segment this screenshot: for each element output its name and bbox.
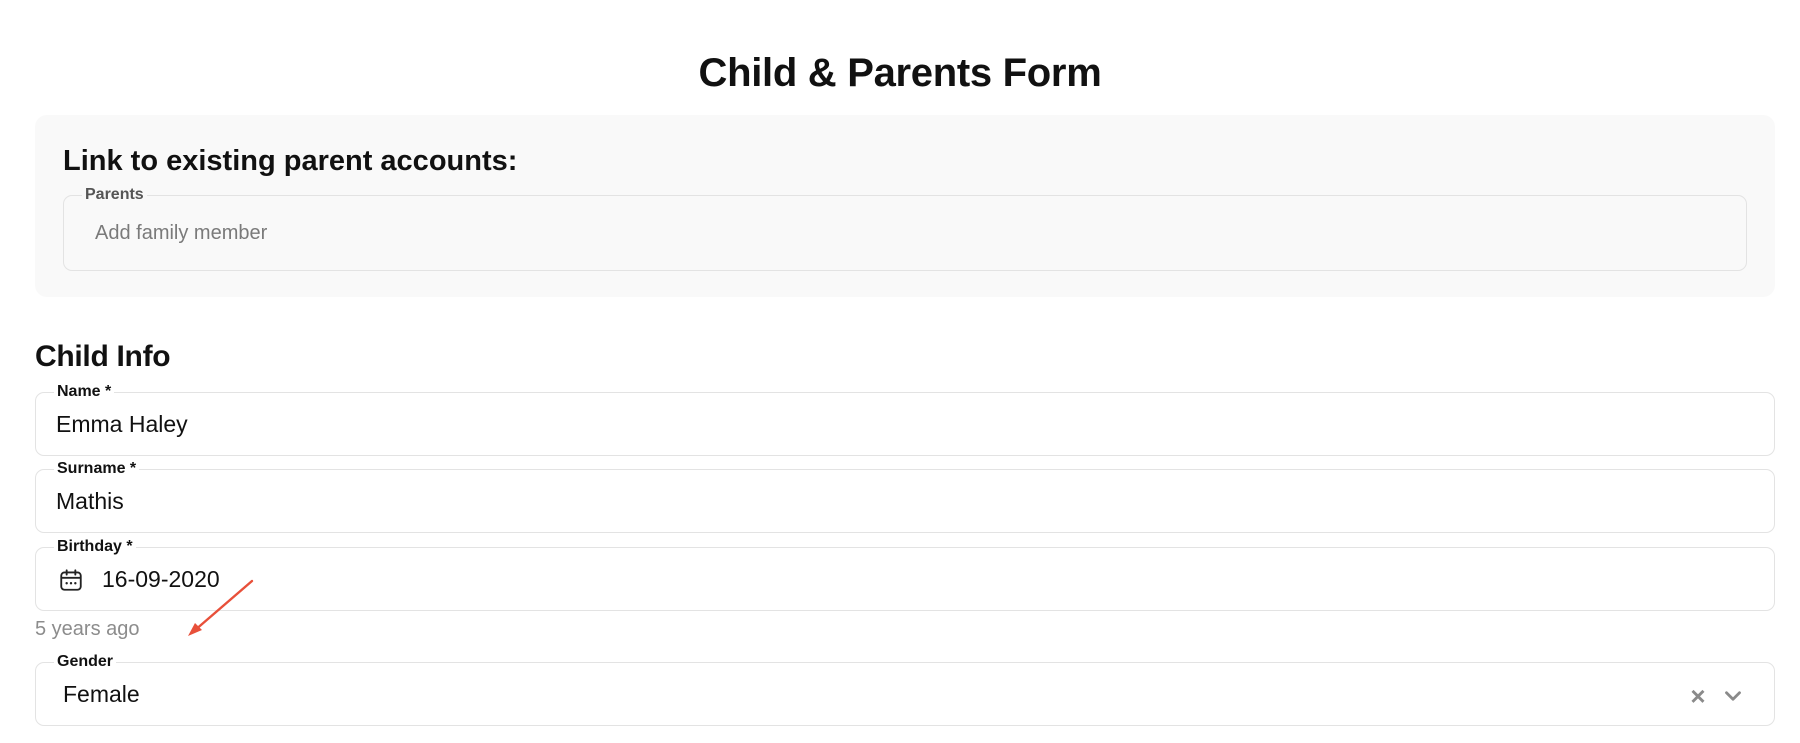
calendar-icon[interactable] [58,567,84,593]
clear-icon[interactable]: × [1684,681,1712,711]
gender-field[interactable]: Gender Female × [35,653,1775,726]
name-field[interactable]: Name * Emma Haley [35,383,1775,456]
surname-input[interactable]: Mathis [56,470,124,532]
annotation-arrow-icon [188,579,254,636]
birthday-age-helper: 5 years ago [35,618,140,640]
link-parents-heading: Link to existing parent accounts: [63,145,518,177]
gender-select[interactable]: Female [63,663,140,725]
child-info-heading: Child Info [35,340,171,373]
birthday-field[interactable]: Birthday * 16-09-2020 [35,538,1775,611]
page-title: Child & Parents Form [698,50,1102,95]
name-input[interactable]: Emma Haley [56,393,188,455]
parents-field[interactable]: Parents Add family member [63,186,1747,271]
chevron-down-icon[interactable] [1720,683,1746,709]
parents-input[interactable]: Add family member [95,196,267,270]
surname-field[interactable]: Surname * Mathis [35,460,1775,533]
link-parents-section: Link to existing parent accounts: Parent… [35,115,1775,297]
